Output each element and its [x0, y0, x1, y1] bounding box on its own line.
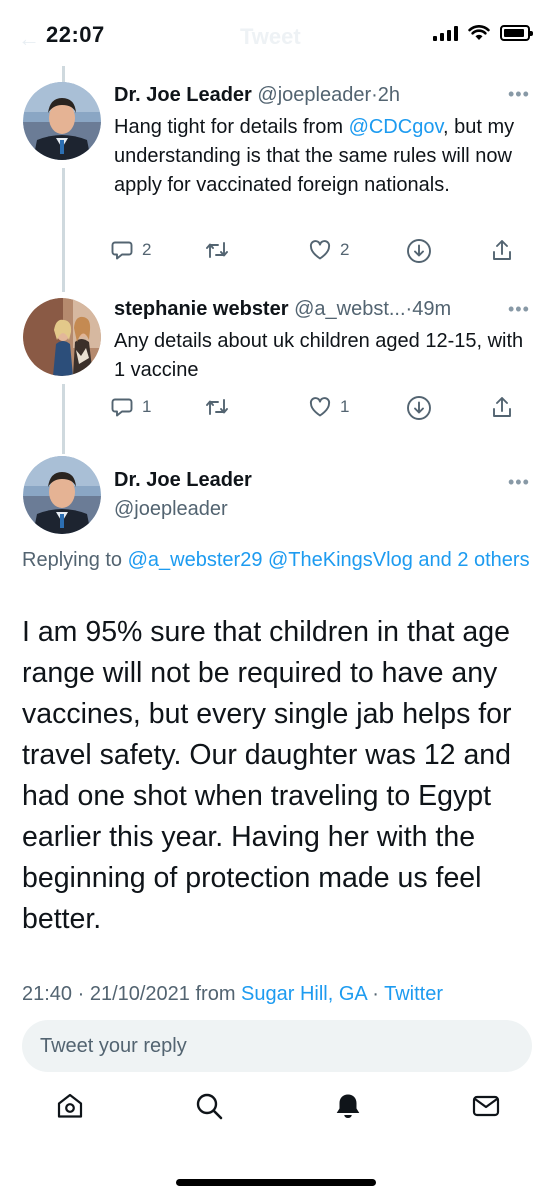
- from-word: from: [189, 983, 242, 1005]
- tweet-header: stephanie webster @a_webst...·49m: [114, 298, 451, 321]
- retweet-button[interactable]: [204, 238, 230, 262]
- share-button[interactable]: [490, 394, 514, 420]
- retweet-icon: [206, 242, 228, 258]
- wifi-icon: [468, 25, 490, 40]
- location-link[interactable]: Sugar Hill, GA: [241, 983, 367, 1005]
- avatar[interactable]: [23, 456, 101, 534]
- cellular-signal-icon: [433, 25, 458, 41]
- main-author-name[interactable]: Dr. Joe Leader: [114, 469, 252, 492]
- home-indicator[interactable]: [176, 1179, 376, 1186]
- thread-line: [62, 168, 65, 292]
- replying-to-link[interactable]: @a_webster29 @TheKingsVlog and 2 others: [128, 549, 530, 571]
- reply-placeholder: Tweet your reply: [40, 1035, 187, 1057]
- mail-icon: [472, 1095, 500, 1117]
- reply-count: 2: [142, 240, 152, 259]
- tweet-timestamp: 21:40 · 21/10/2021: [22, 983, 190, 1005]
- bell-icon: [336, 1094, 360, 1119]
- reply-icon: [111, 241, 133, 260]
- tab-bar: [0, 1086, 554, 1146]
- like-button[interactable]: 1: [308, 395, 349, 419]
- status-time: 22:07: [46, 22, 105, 47]
- status-icons: [433, 25, 533, 41]
- thread-line: [62, 384, 65, 454]
- reply-icon: [111, 398, 133, 417]
- tweet-text-part: Hang tight for details from: [114, 116, 349, 138]
- author-name[interactable]: stephanie webster: [114, 298, 289, 320]
- separator: ·: [366, 983, 385, 1005]
- avatar[interactable]: [23, 298, 101, 376]
- share-icon: [493, 397, 511, 417]
- tweet-actions: 2 2: [110, 234, 520, 268]
- tweet-text: Any details about uk children aged 12-15…: [114, 330, 524, 381]
- tweet-actions: 1 1: [110, 391, 520, 425]
- more-options-icon[interactable]: •••: [508, 299, 530, 320]
- tab-search[interactable]: [189, 1086, 229, 1126]
- download-icon: [407, 239, 431, 263]
- nav-title: Tweet: [240, 24, 301, 49]
- share-button[interactable]: [490, 237, 514, 263]
- author-name[interactable]: Dr. Joe Leader: [114, 84, 252, 106]
- tweet-time: 2h: [377, 84, 401, 106]
- avatar[interactable]: [23, 82, 101, 160]
- source-link[interactable]: Twitter: [384, 983, 443, 1005]
- search-icon: [196, 1093, 223, 1120]
- reply-button[interactable]: 1: [110, 395, 151, 419]
- main-tweet-text: I am 95% sure that children in that age …: [22, 616, 512, 935]
- tweet-header: Dr. Joe Leader @joepleader·2h: [114, 84, 400, 107]
- download-button[interactable]: [406, 395, 432, 421]
- more-options-icon[interactable]: •••: [508, 472, 530, 493]
- tweet-time: 49m: [412, 298, 452, 320]
- retweet-icon: [206, 399, 228, 415]
- tab-notifications[interactable]: [328, 1086, 368, 1126]
- reply-count: 1: [142, 397, 152, 416]
- author-handle[interactable]: @joepleader: [257, 84, 371, 106]
- like-button[interactable]: 2: [308, 238, 349, 262]
- retweet-button[interactable]: [204, 395, 230, 419]
- reply-input[interactable]: Tweet your reply: [22, 1020, 532, 1072]
- tab-messages[interactable]: [466, 1086, 506, 1126]
- replying-to: Replying to @a_webster29 @TheKingsVlog a…: [22, 544, 532, 576]
- tweet-metadata: 21:40 · 21/10/2021 from Sugar Hill, GA ·…: [22, 983, 443, 1006]
- battery-icon: [500, 25, 533, 41]
- like-count: 1: [340, 397, 350, 416]
- download-button[interactable]: [406, 238, 432, 264]
- heart-icon: [309, 397, 331, 417]
- replying-prefix: Replying to: [22, 549, 128, 571]
- tab-home[interactable]: [50, 1086, 90, 1126]
- heart-icon: [309, 240, 331, 260]
- main-author-handle[interactable]: @joepleader: [114, 498, 228, 521]
- status-bar: ← Tweet 22:07: [0, 0, 554, 70]
- more-options-icon[interactable]: •••: [508, 84, 530, 105]
- author-handle[interactable]: @a_webst...: [294, 298, 405, 320]
- back-arrow-icon[interactable]: ←: [18, 26, 40, 52]
- author-handle[interactable]: @joepleader: [114, 498, 228, 520]
- author-name[interactable]: Dr. Joe Leader: [114, 469, 252, 491]
- reply-button[interactable]: 2: [110, 238, 151, 262]
- download-icon: [407, 396, 431, 420]
- separator: ·: [371, 84, 378, 106]
- home-icon: [57, 1093, 83, 1118]
- tweet-text: Hang tight for details from @CDCgov, but…: [114, 113, 524, 200]
- thread-line: [62, 66, 65, 82]
- like-count: 2: [340, 240, 350, 259]
- mention-link[interactable]: @CDCgov: [349, 116, 443, 138]
- share-icon: [493, 240, 511, 260]
